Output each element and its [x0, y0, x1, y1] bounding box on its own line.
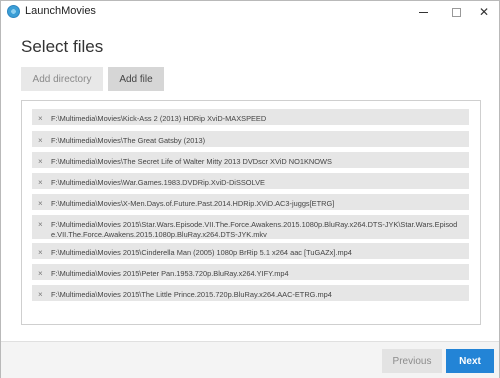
file-path: F:\Multimedia\Movies 2015\Star.Wars.Epis…: [51, 220, 458, 239]
remove-file-icon[interactable]: ×: [38, 136, 46, 145]
title-bar[interactable]: LaunchMovies ✕: [1, 1, 499, 23]
file-path: F:\Multimedia\Movies\X-Men.Days.of.Futur…: [51, 199, 335, 208]
close-button[interactable]: ✕: [469, 1, 499, 23]
remove-file-icon[interactable]: ×: [38, 248, 46, 257]
file-path: F:\Multimedia\Movies\The Secret Life of …: [51, 157, 332, 166]
next-button[interactable]: Next: [446, 349, 494, 373]
file-list-item: × F:\Multimedia\Movies 2015\The Little Pr…: [32, 285, 469, 301]
add-file-button[interactable]: Add file: [108, 67, 164, 91]
remove-file-icon[interactable]: ×: [38, 199, 46, 208]
minimize-button[interactable]: [408, 1, 438, 23]
footer-bar: Previous Next: [1, 341, 499, 378]
file-path: F:\Multimedia\Movies 2015\Cinderella Man…: [51, 248, 352, 257]
file-list-item: × F:\Multimedia\Movies\Kick-Ass 2 (2013) …: [32, 109, 469, 125]
remove-file-icon[interactable]: ×: [38, 157, 46, 166]
remove-file-icon[interactable]: ×: [38, 114, 46, 123]
file-path: F:\Multimedia\Movies\The Great Gatsby (2…: [51, 136, 206, 145]
file-list-item: × F:\Multimedia\Movies\The Secret Life of…: [32, 152, 469, 168]
maximize-button[interactable]: [441, 1, 471, 23]
page-title: Select files: [21, 37, 104, 56]
file-path: F:\Multimedia\Movies 2015\The Little Pri…: [51, 290, 332, 299]
window-title: LaunchMovies: [25, 5, 96, 17]
remove-file-icon[interactable]: ×: [38, 290, 46, 299]
maximize-icon: [451, 7, 461, 17]
file-list-item: × F:\Multimedia\Movies 2015\Cinderella Ma…: [32, 243, 469, 259]
file-path: F:\Multimedia\Movies 2015\Peter Pan.1953…: [51, 269, 289, 278]
remove-file-icon[interactable]: ×: [38, 178, 46, 187]
file-path: F:\Multimedia\Movies\Kick-Ass 2 (2013) H…: [51, 114, 267, 123]
file-list-item: × F:\Multimedia\Movies 2015\Peter Pan.195…: [32, 264, 469, 280]
file-list-item: × F:\Multimedia\Movies 2015\Star.Wars.Epi…: [32, 215, 469, 239]
file-list: × F:\Multimedia\Movies\Kick-Ass 2 (2013) …: [21, 100, 481, 325]
add-directory-button[interactable]: Add directory: [21, 67, 103, 91]
app-logo-icon: [7, 5, 20, 18]
remove-file-icon[interactable]: ×: [38, 269, 46, 278]
file-list-item: × F:\Multimedia\Movies\War.Games.1983.DVD…: [32, 173, 469, 189]
file-path: F:\Multimedia\Movies\War.Games.1983.DVDR…: [51, 178, 265, 187]
remove-file-icon[interactable]: ×: [38, 220, 46, 229]
previous-button[interactable]: Previous: [382, 349, 442, 373]
file-list-item: × F:\Multimedia\Movies\X-Men.Days.of.Futu…: [32, 194, 469, 210]
close-icon: ✕: [478, 5, 490, 19]
file-list-item: × F:\Multimedia\Movies\The Great Gatsby (…: [32, 131, 469, 147]
app-window: LaunchMovies ✕ Select files Add director…: [0, 0, 500, 378]
minimize-icon: [418, 11, 428, 13]
